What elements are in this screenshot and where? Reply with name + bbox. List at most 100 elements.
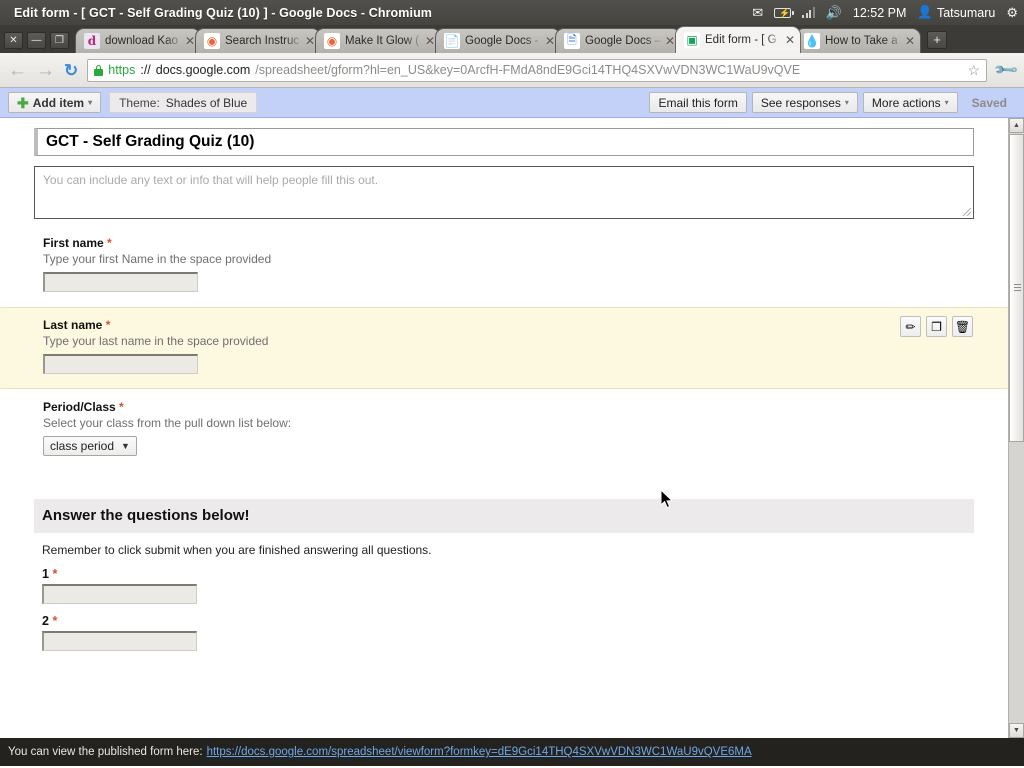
plus-icon: ✚ — [17, 96, 29, 110]
browser-tab-6[interactable]: 💧 How to Take a ✕ — [795, 28, 921, 53]
tab-label: Search Instruc — [225, 35, 304, 47]
chevron-down-icon: ▾ — [88, 98, 92, 107]
section-header[interactable]: Answer the questions below! — [34, 499, 974, 533]
email-this-form-button[interactable]: Email this form — [649, 92, 746, 113]
see-responses-button[interactable]: See responses ▾ — [752, 92, 858, 113]
form-item-label: Last name * — [43, 318, 973, 332]
section-help-text: Remember to click submit when you are fi… — [34, 533, 974, 557]
required-marker: * — [106, 318, 111, 332]
browser-tab-4[interactable]: 🗎 Google Docs – ✕ — [555, 28, 681, 53]
wrench-icon[interactable]: 🔧 — [992, 56, 1020, 84]
see-responses-label: See responses — [761, 96, 841, 110]
form-item-label: First name * — [43, 236, 973, 250]
class-period-select[interactable]: class period ▼ — [43, 436, 137, 456]
tab-label: Google Docs - — [465, 35, 544, 47]
add-item-button[interactable]: ✚ Add item ▾ — [8, 92, 101, 113]
theme-selector[interactable]: Theme: Shades of Blue — [109, 92, 257, 113]
volume-icon[interactable]: 🔊 — [826, 6, 842, 19]
url-path: /spreadsheet/gform?hl=en_US&key=0ArcfH-F… — [255, 63, 800, 77]
tab-close-icon[interactable]: ✕ — [904, 35, 916, 47]
form-item-period-class[interactable]: Period/Class * Select your class from th… — [34, 389, 974, 471]
email-this-form-label: Email this form — [658, 96, 737, 110]
tab-close-icon[interactable]: ✕ — [784, 34, 796, 46]
bookmark-star-icon[interactable]: ☆ — [962, 62, 981, 79]
required-marker: * — [107, 236, 112, 250]
window-restore-button[interactable]: ❐ — [50, 32, 69, 49]
required-marker: * — [119, 400, 124, 414]
chevron-down-icon: ▼ — [121, 441, 130, 451]
question-1-input[interactable] — [42, 584, 197, 604]
firefox-icon: ◉ — [324, 33, 340, 49]
vertical-scrollbar[interactable]: ▲ ▼ — [1008, 118, 1024, 738]
google-doc-icon: 🗎 — [564, 33, 580, 49]
drop-icon: 💧 — [804, 33, 820, 49]
url-scheme: https — [108, 63, 135, 77]
trash-icon[interactable]: 🗑 — [952, 316, 973, 337]
form-editor-toolbar: ✚ Add item ▾ Theme: Shades of Blue Email… — [0, 88, 1024, 118]
form-item-last-name[interactable]: Last name * Type your last name in the s… — [0, 307, 1008, 389]
question-label: 1 * — [42, 567, 974, 581]
browser-tab-3[interactable]: 📄 Google Docs - ✕ — [435, 28, 561, 53]
required-marker: * — [52, 567, 57, 581]
form-item-label: Period/Class * — [43, 400, 973, 414]
form-title-input[interactable]: GCT - Self Grading Quiz (10) — [34, 128, 974, 156]
browser-tab-1[interactable]: ◉ Search Instruc ✕ — [195, 28, 321, 53]
reload-icon[interactable]: ↻ — [64, 62, 78, 79]
tab-label: How to Take a — [825, 35, 904, 47]
browser-tab-5-active[interactable]: ▣ Edit form - [ G ✕ — [675, 26, 801, 53]
browser-tab-2[interactable]: ◉ Make It Glow ( ✕ — [315, 28, 441, 53]
form-description-input[interactable]: You can include any text or info that wi… — [34, 166, 974, 219]
form-scroll-area: GCT - Self Grading Quiz (10) You can inc… — [0, 118, 1008, 738]
scroll-down-button[interactable]: ▼ — [1009, 723, 1024, 738]
scrollbar-thumb[interactable] — [1009, 134, 1024, 442]
published-form-link[interactable]: https://docs.google.com/spreadsheet/view… — [207, 746, 752, 758]
browser-tab-0[interactable]: d download Kao ✕ — [75, 28, 201, 53]
firefox-icon: ◉ — [204, 33, 220, 49]
window-controls: ✕ — ❐ — [4, 32, 69, 53]
last-name-input[interactable] — [43, 354, 198, 374]
browser-tab-strip: ✕ — ❐ d download Kao ✕ ◉ Search Instruc … — [0, 25, 1024, 53]
form-item-label-text: First name — [43, 236, 104, 250]
question-label: 2 * — [42, 614, 974, 628]
signal-icon[interactable] — [802, 7, 815, 18]
window-close-button[interactable]: ✕ — [4, 32, 23, 49]
tab-label: Google Docs – — [585, 35, 664, 47]
mail-icon[interactable]: ✉ — [752, 6, 763, 19]
gear-icon[interactable]: ⚙ — [1006, 6, 1018, 19]
window-minimize-button[interactable]: — — [27, 32, 46, 49]
toolbar-right-group: Email this form See responses ▾ More act… — [649, 92, 1016, 113]
first-name-input[interactable] — [43, 272, 198, 292]
form-item-question-2[interactable]: 2 * — [34, 604, 974, 651]
scroll-up-button[interactable]: ▲ — [1009, 118, 1024, 133]
more-actions-button[interactable]: More actions ▾ — [863, 92, 958, 113]
add-item-label: Add item — [33, 96, 84, 110]
avatar-icon: 👤 — [917, 5, 933, 20]
resize-grip-icon[interactable] — [963, 208, 971, 216]
save-status: Saved — [963, 96, 1016, 110]
tab-label: download Kao — [105, 35, 184, 47]
copy-icon[interactable]: ❐ — [926, 316, 947, 337]
question-number: 2 — [42, 614, 49, 628]
form-item-first-name[interactable]: First name * Type your first Name in the… — [34, 225, 974, 307]
question-2-input[interactable] — [42, 631, 197, 651]
pencil-icon[interactable]: ✏ — [900, 316, 921, 337]
window-title-bar: Edit form - [ GCT - Self Grading Quiz (1… — [0, 0, 1024, 25]
url-separator: :// — [140, 63, 150, 77]
scrollbar-grip-icon — [1014, 284, 1021, 292]
more-actions-label: More actions — [872, 96, 941, 110]
forward-icon[interactable]: → — [36, 61, 55, 80]
new-tab-button[interactable]: + — [927, 31, 947, 49]
form-item-question-1[interactable]: 1 * — [34, 557, 974, 604]
class-period-selected-value: class period — [50, 439, 114, 453]
lock-icon — [94, 65, 103, 76]
back-icon[interactable]: ← — [8, 61, 27, 80]
page-viewport: GCT - Self Grading Quiz (10) You can inc… — [0, 118, 1024, 738]
clock[interactable]: 12:52 PM — [853, 6, 907, 20]
tab-label: Make It Glow ( — [345, 35, 424, 47]
form-item-help: Select your class from the pull down lis… — [43, 416, 973, 430]
address-bar[interactable]: https://docs.google.com/spreadsheet/gfor… — [87, 59, 987, 82]
user-menu[interactable]: 👤 Tatsumaru — [917, 5, 995, 20]
google-doc-icon: 📄 — [444, 33, 460, 49]
battery-icon[interactable]: ⚡ — [774, 8, 791, 18]
form-item-help: Type your last name in the space provide… — [43, 334, 973, 348]
